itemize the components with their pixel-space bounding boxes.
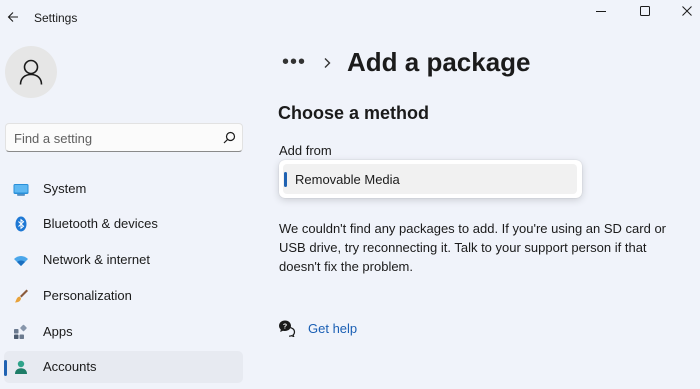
add-from-label: Add from bbox=[279, 143, 332, 158]
selection-indicator bbox=[284, 172, 287, 187]
back-button[interactable] bbox=[2, 6, 24, 28]
get-help-link[interactable]: Get help bbox=[308, 321, 357, 336]
section-title: Choose a method bbox=[278, 103, 430, 123]
sidebar-item-label: Personalization bbox=[43, 288, 132, 303]
sidebar-item-label: Network & internet bbox=[43, 252, 150, 267]
sidebar-item-label: Bluetooth & devices bbox=[43, 216, 158, 231]
bluetooth-icon bbox=[15, 216, 27, 232]
monitor-icon bbox=[13, 184, 29, 196]
sidebar-item-system[interactable]: System bbox=[4, 173, 243, 205]
user-icon bbox=[19, 59, 43, 85]
back-arrow-icon bbox=[7, 12, 18, 22]
sidebar-item-label: Accounts bbox=[43, 359, 97, 374]
selection-indicator bbox=[4, 360, 7, 376]
svg-text:?: ? bbox=[283, 324, 287, 331]
close-icon bbox=[682, 6, 692, 16]
help-icon[interactable]: ? bbox=[278, 319, 296, 337]
sidebar-item-apps[interactable]: Apps bbox=[4, 316, 243, 348]
sidebar-item-personalization[interactable]: Personalization bbox=[4, 280, 243, 312]
maximize-button[interactable] bbox=[622, 0, 668, 22]
maximize-icon bbox=[640, 6, 650, 16]
wifi-icon bbox=[14, 256, 28, 266]
minimize-button[interactable] bbox=[578, 0, 624, 22]
apps-icon bbox=[14, 324, 27, 339]
brush-icon bbox=[15, 289, 28, 303]
title-bar: Settings bbox=[0, 0, 700, 36]
sidebar-item-label: System bbox=[43, 181, 87, 196]
sidebar-item-accounts[interactable]: Accounts bbox=[4, 351, 243, 383]
search-icon[interactable] bbox=[221, 130, 237, 146]
app-title: Settings bbox=[34, 11, 78, 25]
breadcrumb-more-button[interactable]: ••• bbox=[282, 52, 306, 72]
search-box[interactable] bbox=[5, 123, 243, 152]
minimize-icon bbox=[596, 11, 606, 12]
page-title: Add a package bbox=[347, 47, 531, 77]
sidebar-item-bluetooth[interactable]: Bluetooth & devices bbox=[4, 208, 243, 240]
dropdown-option-label: Removable Media bbox=[295, 172, 400, 187]
sidebar-item-label: Apps bbox=[43, 324, 73, 339]
accounts-icon bbox=[15, 360, 27, 374]
chevron-right-icon bbox=[324, 58, 331, 68]
avatar[interactable] bbox=[5, 46, 57, 98]
search-input[interactable] bbox=[14, 128, 214, 148]
close-button[interactable] bbox=[664, 0, 700, 22]
sidebar-item-network[interactable]: Network & internet bbox=[4, 244, 243, 276]
dropdown-option-removable-media[interactable]: Removable Media bbox=[283, 164, 577, 194]
no-packages-message: We couldn't find any packages to add. If… bbox=[279, 221, 667, 274]
add-from-dropdown[interactable]: Removable Media bbox=[279, 160, 582, 198]
